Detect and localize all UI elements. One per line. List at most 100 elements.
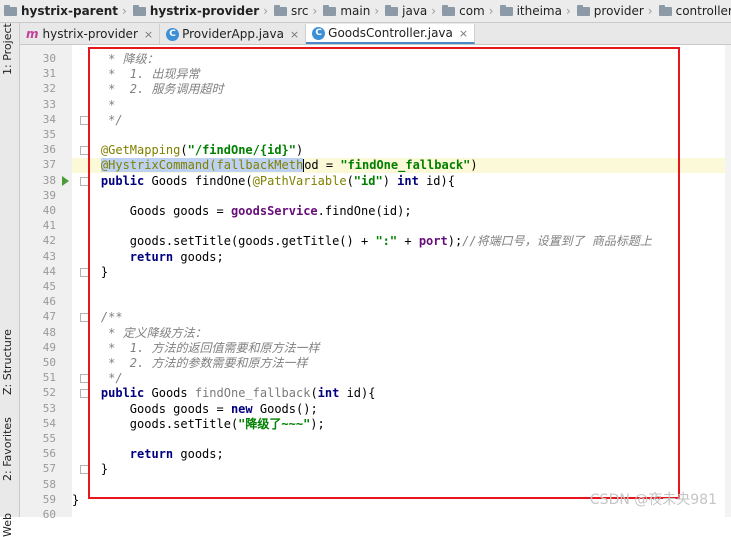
line-number: 50	[42, 356, 56, 369]
code-token: ":"	[375, 234, 398, 249]
code-token: goods.setTitle(	[72, 416, 239, 431]
run-gutter-icon[interactable]	[62, 175, 69, 186]
code-token: +	[397, 234, 419, 249]
breadcrumb-item[interactable]: java	[381, 0, 429, 22]
line-number: 31	[42, 67, 56, 81]
line-number: 43	[42, 249, 56, 263]
code-line: * 1. 方法的返回值需要和原方法一样	[72, 341, 731, 356]
code-token: (	[180, 143, 188, 158]
code-line: * 降级：	[72, 52, 731, 67]
editor-tab[interactable]: C GoodsController.java ×	[306, 24, 476, 44]
breadcrumb-separator-icon: ›	[565, 4, 571, 18]
breadcrumb-label: provider	[593, 4, 644, 18]
java-class-icon: C	[312, 26, 326, 40]
breadcrumb-item[interactable]: src	[270, 0, 311, 22]
editor-gutter[interactable]: 30 31 32 33 34 35 36 37 38 39 40 41 42 43 44 45 46 47 48 49…	[20, 45, 89, 521]
code-token: public	[100, 173, 145, 188]
code-line: Goods goods = goodsService.findOne(id);	[72, 204, 731, 219]
breadcrumb-item[interactable]: provider	[573, 0, 646, 22]
maven-module-icon: m	[26, 27, 39, 41]
editor-scrollbar[interactable]	[725, 45, 731, 517]
folder-icon	[576, 4, 590, 16]
code-token: }	[72, 492, 80, 507]
tab-label: ProviderApp.java	[182, 27, 284, 41]
line-number: 35	[42, 128, 56, 141]
code-token: goodsService	[230, 204, 318, 218]
line-number: 41	[42, 219, 56, 233]
editor-tab[interactable]: C ProviderApp.java ×	[160, 24, 307, 44]
breadcrumb-label: hystrix-parent	[21, 4, 119, 18]
code-token: );	[310, 416, 325, 431]
line-number: 45	[42, 280, 56, 293]
code-line: * 2. 方法的参数需要和原方法一样	[72, 356, 731, 371]
line-number: 34	[42, 112, 56, 126]
code-editor[interactable]: * 降级： * 1. 出现异常 * 2. 服务调用超时 * */ @GetMap…	[72, 45, 731, 517]
breadcrumb-separator-icon: ›	[122, 4, 127, 18]
code-token: .findOne(id);	[317, 204, 412, 218]
code-token: "findOne_fallback"	[340, 158, 471, 173]
code-token: Goods findOne(	[144, 173, 253, 188]
project-tool-button[interactable]: 1: Project	[1, 23, 14, 75]
line-number: 52	[42, 386, 56, 400]
editor-tab[interactable]: m hystrix-provider ×	[20, 24, 161, 44]
line-number: 32	[42, 82, 56, 96]
code-line: }	[72, 462, 731, 477]
breadcrumb-separator-icon: ›	[488, 4, 494, 18]
code-token: 定义降级方法：	[122, 325, 207, 340]
code-token: */	[72, 112, 123, 127]
code-token: @HystrixCommand(fallbackMeth	[100, 158, 304, 173]
breadcrumb-item[interactable]: com	[438, 0, 487, 22]
navigation-breadcrumb: hystrix-parent › hystrix-provider › src › main…	[0, 0, 731, 23]
close-tab-icon[interactable]: ×	[144, 28, 153, 41]
code-token: "id"	[353, 173, 383, 188]
code-line: @GetMapping("/findOne/{id}")	[72, 143, 731, 158]
folder-icon	[323, 4, 337, 16]
code-token: od =	[304, 158, 341, 173]
line-number: 37	[42, 158, 56, 172]
folder-icon	[442, 4, 456, 16]
close-tab-icon[interactable]: ×	[459, 27, 468, 40]
close-tab-icon[interactable]: ×	[290, 28, 299, 41]
code-token: @PathVariable	[252, 173, 347, 188]
code-token: *	[72, 325, 123, 340]
editor-tabs: m hystrix-provider × C ProviderApp.java × C Goo…	[20, 23, 731, 45]
code-token: }	[72, 462, 109, 477]
line-number: 40	[42, 204, 56, 217]
code-line: * 定义降级方法：	[72, 326, 731, 341]
breadcrumb-item[interactable]: hystrix-parent	[0, 0, 120, 22]
code-line: goods.setTitle(goods.getTitle() + ":" + …	[72, 234, 731, 249]
code-token: goods;	[173, 249, 224, 264]
code-token: * 1.	[72, 340, 152, 355]
tab-label: GoodsController.java	[328, 26, 453, 40]
breadcrumb-item[interactable]: controller	[655, 0, 731, 22]
line-number: 58	[42, 477, 56, 491]
line-number: 39	[42, 188, 56, 202]
line-number: 56	[42, 447, 56, 461]
folder-icon	[499, 4, 513, 16]
breadcrumb-item[interactable]: hystrix-provider	[129, 0, 261, 22]
module-folder-icon	[132, 4, 146, 16]
code-token: * 1.	[72, 67, 152, 82]
breadcrumb-item[interactable]: itheima	[496, 0, 564, 22]
code-line: Goods goods = new Goods();	[72, 402, 731, 417]
structure-tool-button[interactable]: Z: Structure	[1, 329, 14, 395]
code-token: (	[346, 173, 354, 188]
favorites-tool-button[interactable]: 2: Favorites	[1, 417, 14, 481]
code-token: * 2.	[72, 82, 152, 97]
code-token: 方法的参数需要和原方法一样	[151, 356, 308, 370]
code-token: return	[129, 249, 174, 264]
code-line: *	[72, 98, 731, 113]
line-number: 30	[42, 52, 56, 65]
code-token: id){	[339, 386, 376, 401]
breadcrumb-item[interactable]: main	[319, 0, 372, 22]
line-number: 47	[42, 310, 56, 324]
breadcrumb-separator-icon: ›	[647, 4, 653, 18]
code-token: //将端口号，设置到了 商品标题上	[462, 234, 652, 249]
code-token: 方法的返回值需要和原方法一样	[151, 340, 320, 355]
line-number: 48	[42, 325, 56, 339]
tool-window-sidebar: 1: Project Z: Structure 2: Favorites Web	[0, 23, 20, 537]
